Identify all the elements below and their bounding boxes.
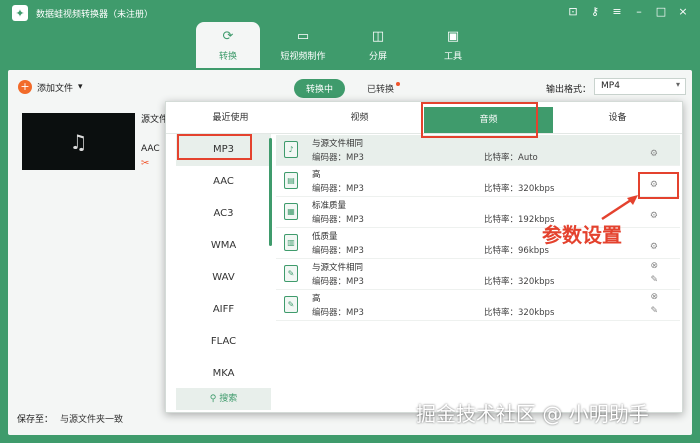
highlight-mp3 xyxy=(177,134,252,160)
preset-name: 高 xyxy=(312,170,321,180)
tab-tools[interactable]: ▣ 工具 xyxy=(421,22,485,68)
preset-name: 与源文件相同 xyxy=(312,263,364,273)
app-logo-icon: ✦ xyxy=(12,5,28,21)
source-file-label: 源文件 xyxy=(141,115,169,125)
tab-label: 分屏 xyxy=(368,51,387,62)
format-item-mka[interactable]: MKA xyxy=(176,358,271,390)
audio-file-icon: ▤ xyxy=(284,172,298,189)
search-label: 搜索 xyxy=(219,394,238,404)
format-item-ac3[interactable]: AC3 xyxy=(176,198,271,230)
format-list: MP3 AAC AC3 WMA WAV AIFF FLAC MKA xyxy=(176,134,271,410)
tab-split-screen[interactable]: ◫ 分屏 xyxy=(346,22,410,68)
preset-bitrate: 比特率：320kbps xyxy=(484,277,555,287)
audio-file-icon: ♪ xyxy=(284,141,298,158)
effect-icon[interactable]: ✂ xyxy=(141,158,149,169)
edit-icon[interactable]: ✎ xyxy=(650,275,658,285)
delete-icon[interactable]: ⊗ xyxy=(650,261,658,271)
annotation-text: 参数设置 xyxy=(542,223,622,247)
maximize-icon[interactable]: □ xyxy=(654,5,668,19)
preset-name: 与源文件相同 xyxy=(312,139,364,149)
tab-label: 工具 xyxy=(443,51,462,62)
highlight-audio-tab xyxy=(421,102,538,138)
window-title: 数据蛙视频转换器（未注册） xyxy=(36,9,154,20)
preset-encoder: 编码器：MP3 xyxy=(312,215,364,225)
save-to-path[interactable]: 与源文件夹一致 xyxy=(60,412,123,425)
preset-encoder: 编码器：MP3 xyxy=(312,184,364,194)
close-icon[interactable]: × xyxy=(676,5,690,19)
tab-converted[interactable]: 已转换 xyxy=(367,82,401,95)
cart-icon[interactable]: ⊡ xyxy=(566,5,580,19)
menu-icon[interactable]: ≡ xyxy=(610,5,624,19)
format-item-aac[interactable]: AAC xyxy=(176,166,271,198)
watermark: 掘金技术社区 @ 小明助手 xyxy=(416,402,649,426)
preset-row[interactable]: ♪ 与源文件相同 编码器：MP3 比特率：Auto ⚙ xyxy=(276,135,680,166)
search-icon: ⚲ xyxy=(209,394,220,404)
plus-icon: + xyxy=(18,80,32,94)
toolbar: + 添加文件 ▾ 转换中 已转换 输出格式： MP4 ▾ xyxy=(8,78,692,100)
delete-icon[interactable]: ⊗ xyxy=(650,292,658,302)
tab-label: 短视频制作 xyxy=(280,51,326,62)
tab-short-video[interactable]: ▭ 短视频制作 xyxy=(271,22,335,68)
chevron-down-icon: ▾ xyxy=(675,80,680,89)
preset-name: 高 xyxy=(312,294,321,304)
preset-list: ♪ 与源文件相同 编码器：MP3 比特率：Auto ⚙ ▤ 高 编码器：MP3 … xyxy=(276,135,680,387)
output-format-value: MP4 xyxy=(601,81,620,91)
gear-icon[interactable]: ⚙ xyxy=(650,211,658,221)
preset-row[interactable]: ✎ 高 编码器：MP3 比特率：320kbps ⊗ ✎ xyxy=(276,290,680,321)
format-item-wma[interactable]: WMA xyxy=(176,230,271,262)
chevron-down-icon: ▾ xyxy=(78,82,83,92)
preset-encoder: 编码器：MP3 xyxy=(312,308,364,318)
preset-name: 低质量 xyxy=(312,232,338,242)
music-note-icon: ♫ xyxy=(69,129,88,154)
tab-video[interactable]: 视频 xyxy=(295,102,424,133)
format-search-button[interactable]: ⚲ 搜索 xyxy=(176,388,271,410)
gear-icon[interactable]: ⚙ xyxy=(650,242,658,252)
convert-icon: ⟳ xyxy=(222,29,234,44)
main-nav: ⟳ 转换 ▭ 短视频制作 ◫ 分屏 ▣ 工具 xyxy=(196,22,496,68)
app-window: ✦ 数据蛙视频转换器（未注册） ⊡ ⚷ ≡ – □ × ⟳ 转换 ▭ 短视频制作… xyxy=(0,0,700,443)
split-screen-icon: ◫ xyxy=(371,29,385,44)
preset-encoder: 编码器：MP3 xyxy=(312,277,364,287)
edit-icon[interactable]: ✎ xyxy=(650,306,658,316)
format-item-flac[interactable]: FLAC xyxy=(176,326,271,358)
gear-icon[interactable]: ⚙ xyxy=(650,149,658,159)
file-thumbnail: ♫ xyxy=(22,113,135,170)
minimize-icon[interactable]: – xyxy=(632,5,646,19)
preset-row[interactable]: ✎ 与源文件相同 编码器：MP3 比特率：320kbps ⊗ ✎ xyxy=(276,259,680,290)
new-dot xyxy=(396,82,401,86)
tab-label: 转换 xyxy=(218,51,237,62)
window-controls: ⊡ ⚷ ≡ – □ × xyxy=(566,5,690,19)
status-switch: 转换中 已转换 xyxy=(294,79,401,98)
audio-file-icon: ▦ xyxy=(284,203,298,220)
audio-file-icon: ▥ xyxy=(284,234,298,251)
preset-bitrate: 比特率：320kbps xyxy=(484,184,555,194)
add-file-label: 添加文件 xyxy=(37,83,74,94)
format-item-aiff[interactable]: AIFF xyxy=(176,294,271,326)
short-video-icon: ▭ xyxy=(296,29,310,44)
preset-name: 标准质量 xyxy=(312,201,347,211)
annotation-arrow xyxy=(601,195,638,221)
tab-converting[interactable]: 转换中 xyxy=(294,79,346,98)
save-to-label: 保存至： xyxy=(17,415,54,425)
format-item-wav[interactable]: WAV xyxy=(176,262,271,294)
output-format-label: 输出格式： xyxy=(546,85,592,95)
toolbox-icon: ▣ xyxy=(446,29,460,44)
file-codec: AAC xyxy=(141,144,160,154)
preset-encoder: 编码器：MP3 xyxy=(312,153,364,163)
key-icon[interactable]: ⚷ xyxy=(588,5,602,19)
tab-recent[interactable]: 最近使用 xyxy=(166,102,295,133)
custom-preset-icon: ✎ xyxy=(284,296,298,313)
preset-bitrate: 比特率：96kbps xyxy=(484,246,549,256)
tab-convert[interactable]: ⟳ 转换 xyxy=(196,22,260,68)
format-list-scrollbar[interactable] xyxy=(269,138,272,246)
preset-bitrate: 比特率：320kbps xyxy=(484,308,555,318)
output-format-select[interactable]: MP4 ▾ xyxy=(594,78,686,95)
preset-bitrate: 比特率：Auto xyxy=(484,153,538,163)
converted-label: 已转换 xyxy=(367,85,395,95)
add-file-button[interactable]: + 添加文件 ▾ xyxy=(18,80,83,94)
preset-encoder: 编码器：MP3 xyxy=(312,246,364,256)
highlight-gear xyxy=(638,172,679,199)
tab-device[interactable]: 设备 xyxy=(553,102,682,133)
custom-preset-icon: ✎ xyxy=(284,265,298,282)
